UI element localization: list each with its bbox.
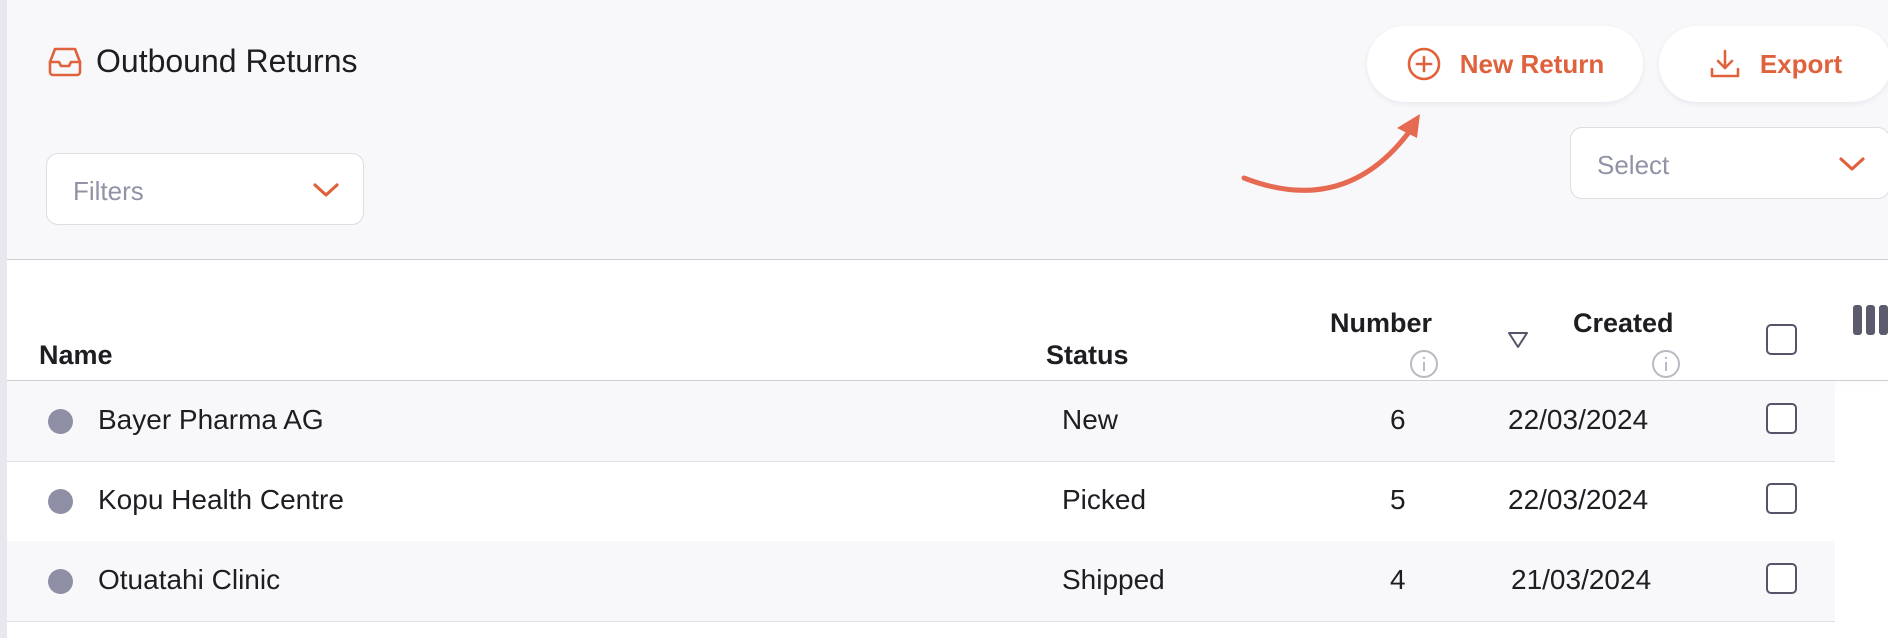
- row-created: 22/03/2024: [1508, 484, 1649, 515]
- left-panel-edge: [0, 0, 7, 638]
- page-title: Outbound Returns: [46, 42, 358, 80]
- sort-descending-icon[interactable]: [1507, 331, 1529, 349]
- chevron-down-icon: [313, 183, 339, 197]
- new-return-label: New Return: [1459, 48, 1605, 79]
- column-header-name[interactable]: Name: [39, 340, 113, 371]
- new-return-button[interactable]: New Return: [1367, 26, 1643, 102]
- filters-dropdown[interactable]: Filters: [46, 153, 364, 225]
- row-name: Otuatahi Clinic: [98, 564, 281, 595]
- plus-circle-icon: [1407, 47, 1441, 81]
- info-icon[interactable]: [1409, 349, 1439, 379]
- page-header: Outbound Returns New Return Export Filte…: [7, 0, 1888, 260]
- select-dropdown[interactable]: Select: [1570, 127, 1888, 199]
- inbox-tray-icon: [48, 47, 82, 77]
- row-status: New: [1062, 404, 1119, 435]
- page-title-text: Outbound Returns: [96, 42, 358, 79]
- row-created: 22/03/2024: [1508, 404, 1649, 435]
- status-dot: [48, 569, 73, 594]
- table-row[interactable]: Kopu Health Centre Picked 5 22/03/2024: [7, 461, 1835, 542]
- export-label: Export: [1759, 48, 1843, 79]
- row-created: 21/03/2024: [1511, 564, 1652, 595]
- row-checkbox[interactable]: [1766, 563, 1797, 594]
- row-number: 5: [1390, 484, 1406, 515]
- export-button[interactable]: Export: [1659, 26, 1888, 102]
- column-header-status[interactable]: Status: [1046, 340, 1129, 371]
- info-icon[interactable]: [1651, 349, 1681, 379]
- row-status: Picked: [1062, 484, 1147, 515]
- status-dot: [48, 409, 73, 434]
- row-name: Bayer Pharma AG: [98, 404, 324, 435]
- row-checkbox[interactable]: [1766, 483, 1797, 514]
- download-icon: [1710, 49, 1740, 78]
- column-settings-icon[interactable]: [1853, 305, 1888, 335]
- status-dot: [48, 489, 73, 514]
- row-number: 4: [1390, 564, 1406, 595]
- column-header-created[interactable]: Created: [1573, 308, 1674, 339]
- select-placeholder: Select: [1597, 150, 1670, 180]
- column-header-number[interactable]: Number: [1330, 308, 1432, 339]
- row-checkbox[interactable]: [1766, 403, 1797, 434]
- row-status: Shipped: [1062, 564, 1165, 595]
- select-all-checkbox[interactable]: [1766, 324, 1797, 355]
- table-row[interactable]: Bayer Pharma AG New 6 22/03/2024: [7, 381, 1835, 462]
- chevron-down-icon: [1839, 157, 1865, 171]
- hint-arrow: [1241, 114, 1420, 193]
- table-row[interactable]: Otuatahi Clinic Shipped 4 21/03/2024: [7, 541, 1835, 622]
- filters-placeholder: Filters: [73, 176, 144, 206]
- row-number: 6: [1390, 404, 1406, 435]
- row-name: Kopu Health Centre: [98, 484, 344, 515]
